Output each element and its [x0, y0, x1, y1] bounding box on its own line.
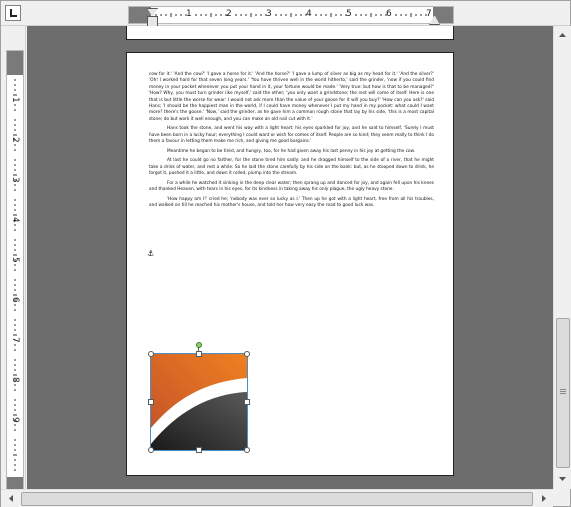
tab-stop-selector[interactable]	[5, 5, 21, 21]
ruler-number: 1	[10, 97, 20, 103]
ruler-number: 5	[346, 9, 352, 19]
ruler-number: 6	[10, 297, 20, 303]
scroll-right-icon[interactable]	[537, 490, 551, 507]
paragraph[interactable]: 'How happy am I!' cried he; 'nobody was …	[149, 197, 434, 210]
horizontal-ruler-track[interactable]: 1 2 3 4 5 6 7	[128, 6, 454, 29]
scroll-up-icon[interactable]	[554, 28, 571, 42]
horizontal-scroll-thumb[interactable]	[21, 492, 533, 506]
ruler-number: 7	[426, 9, 432, 19]
ruler-number: 2	[10, 137, 20, 143]
ruler-number: 6	[386, 9, 392, 19]
ruler-number: 2	[226, 9, 232, 19]
ruler-number: 4	[306, 9, 312, 19]
resize-handle-sw[interactable]	[148, 447, 154, 453]
scrollbar-corner	[553, 489, 570, 506]
ruler-number: 8	[10, 377, 20, 383]
ruler-number: 1	[186, 9, 192, 19]
ruler-ticks	[13, 79, 17, 471]
ruler-number: 7	[10, 337, 20, 343]
rotate-handle[interactable]	[196, 342, 202, 348]
vertical-scroll-thumb[interactable]	[556, 318, 570, 468]
scroll-down-icon[interactable]	[554, 472, 571, 486]
vertical-scrollbar[interactable]	[553, 26, 571, 489]
vertical-ruler-track[interactable]: 1 2 3 4 5 6 7 8 9	[6, 50, 24, 500]
ruler-number: 3	[266, 9, 272, 19]
selected-image[interactable]	[148, 342, 250, 453]
paragraph[interactable]: At last he could go no farther, for the …	[149, 158, 434, 177]
resize-handle-nw[interactable]	[148, 351, 154, 357]
scroll-left-icon[interactable]	[4, 490, 18, 507]
paragraph[interactable]: cow for it.' 'And the cow?' 'I gave a ho…	[149, 72, 434, 123]
paragraph[interactable]: Meantime he began to be tired, and hungr…	[149, 149, 434, 155]
previous-page[interactable]	[126, 26, 454, 40]
paragraph[interactable]: For a while he watched it sinking in the…	[149, 181, 434, 194]
ruler-number: 4	[10, 217, 20, 223]
resize-handle-ne[interactable]	[244, 351, 250, 357]
resize-handle-e[interactable]	[244, 399, 250, 405]
ruler-number: 9	[10, 417, 20, 423]
editor-window: 1 2 3 4 5 6 7 1 2 3 4 5 6 7 8 9 cow for …	[0, 0, 571, 507]
body-text[interactable]: cow for it.' 'And the cow?' 'I gave a ho…	[149, 72, 434, 213]
anchor-icon[interactable]: ⚓	[147, 249, 154, 258]
ruler-ticks	[155, 13, 427, 17]
logo-image	[151, 354, 247, 450]
ruler-number: 3	[10, 177, 20, 183]
resize-handle-se[interactable]	[244, 447, 250, 453]
horizontal-ruler[interactable]: 1 2 3 4 5 6 7	[1, 1, 570, 29]
horizontal-scrollbar[interactable]	[1, 489, 553, 507]
document-page[interactable]: cow for it.' 'And the cow?' 'I gave a ho…	[126, 52, 454, 476]
resize-handle-s[interactable]	[196, 447, 202, 453]
paragraph[interactable]: Hans took the stone, and went his way wi…	[149, 126, 434, 145]
resize-handle-w[interactable]	[148, 399, 154, 405]
document-workspace[interactable]: cow for it.' 'And the cow?' 'I gave a ho…	[27, 26, 553, 489]
vertical-ruler[interactable]: 1 2 3 4 5 6 7 8 9	[1, 26, 26, 500]
ruler-number: 5	[10, 257, 20, 263]
resize-handle-n[interactable]	[196, 351, 202, 357]
